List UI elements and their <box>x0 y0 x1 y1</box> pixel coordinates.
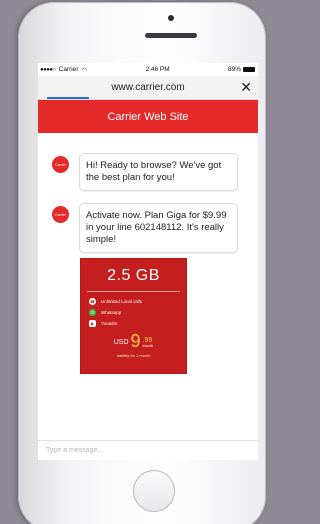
carrier-avatar: Carrier <box>52 206 69 223</box>
whatsapp-icon: ✆ <box>89 309 96 316</box>
site-title: Carrier Web Site <box>107 110 189 123</box>
plan-data-amount: 2.5 GB <box>107 267 160 284</box>
phone-icon: ☎ <box>89 298 96 305</box>
url-text[interactable]: www.carrier.com <box>111 82 184 93</box>
battery-percent: 89% <box>227 66 241 73</box>
plan-validity: Validity for 1 month <box>116 353 151 358</box>
status-time: 2:46 PM <box>145 66 170 73</box>
price-period: /month <box>142 344 154 348</box>
message-bubble: Activate now. Plan Giga for $9.99 in you… <box>79 203 238 253</box>
signal-strength-icon: ●●●●○ <box>40 66 56 73</box>
chat-message: Carrier Hi! Ready to browse? We've got t… <box>52 153 238 191</box>
earpiece-speaker <box>145 33 197 38</box>
price-cents-group: .99 /month <box>143 337 154 348</box>
wifi-icon: ◠ <box>81 66 88 74</box>
plan-feature-label: Unlimited Local calls <box>101 299 143 304</box>
plan-divider <box>87 291 180 292</box>
price-cents: .99 <box>142 337 153 344</box>
front-camera <box>168 15 174 21</box>
message-composer[interactable] <box>38 440 258 460</box>
message-input[interactable] <box>46 447 246 454</box>
plan-feature: ✆ Whatsapp <box>81 307 186 318</box>
plan-feature: ▶ Youtube <box>81 318 186 329</box>
status-left: ●●●●○ Carrier ◠ <box>40 66 87 74</box>
page-load-indicator <box>47 97 89 99</box>
price-main: 9 <box>130 331 141 351</box>
plan-card[interactable]: 2.5 GB ☎ Unlimited Local calls ✆ Whatsap… <box>80 258 187 374</box>
status-bar: ●●●●○ Carrier ◠ 2:46 PM 89% <box>38 63 258 76</box>
carrier-avatar: Carrier <box>52 156 69 173</box>
chat-message: Carrier Activate now. Plan Giga for $9.9… <box>52 203 238 253</box>
plan-feature-label: Youtube <box>101 321 118 326</box>
close-icon[interactable]: ✕ <box>240 79 252 96</box>
plan-feature-label: Whatsapp <box>101 310 122 315</box>
chat-area[interactable]: Carrier Hi! Ready to browse? We've got t… <box>38 133 258 425</box>
phone-screen: ●●●●○ Carrier ◠ 2:46 PM 89% www.carrier.… <box>38 63 258 460</box>
battery-indicator: 89% <box>228 66 255 73</box>
plan-price: USD 9 .99 /month <box>81 332 186 350</box>
battery-icon <box>243 67 255 72</box>
plan-feature: ☎ Unlimited Local calls <box>81 296 186 307</box>
message-bubble: Hi! Ready to browse? We've got the best … <box>79 153 238 191</box>
price-currency: USD <box>113 339 129 346</box>
home-button[interactable] <box>133 470 175 512</box>
address-bar[interactable]: www.carrier.com ✕ <box>38 76 258 100</box>
youtube-icon: ▶ <box>89 320 96 327</box>
site-header: Carrier Web Site <box>38 100 258 133</box>
carrier-name: Carrier <box>58 66 79 73</box>
